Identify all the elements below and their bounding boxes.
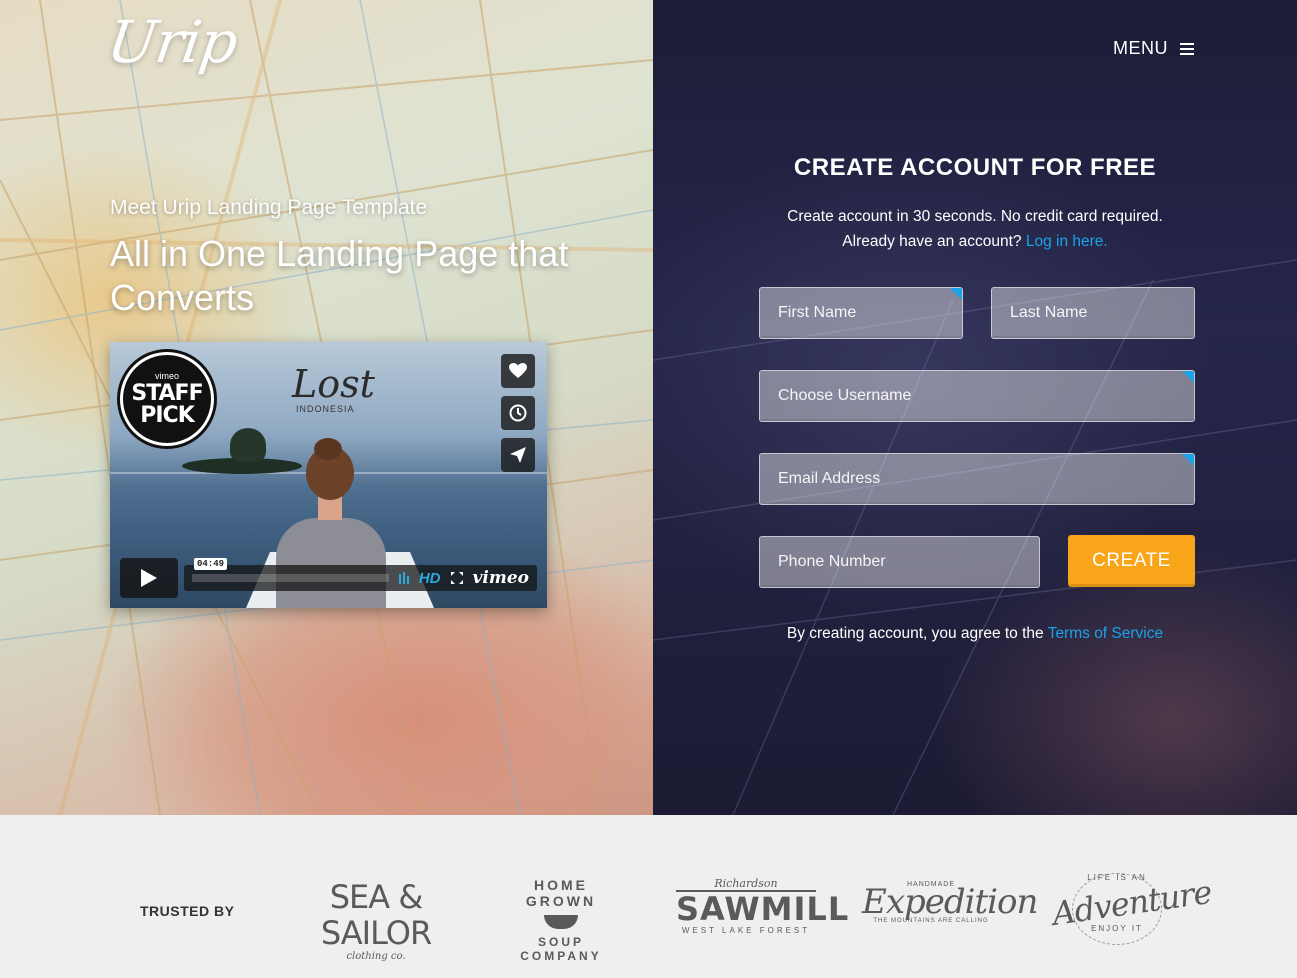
hamburger-icon [1180,42,1194,55]
email-field [759,453,1195,505]
expedition-sub: THE MOUNTAINS ARE CALLING [873,918,989,924]
create-account-button[interactable]: CREATE [1068,535,1195,587]
video-controls: 04:49 HD vimeo [120,558,537,598]
volume-icon[interactable] [398,572,409,584]
share-button[interactable] [501,438,535,472]
last-name-field [991,287,1195,339]
email-input[interactable] [760,454,1194,504]
required-marker [1182,371,1194,383]
home-grown-sub: SOUP COMPANY [520,935,602,963]
brand-logo[interactable]: Urip [103,8,241,76]
required-marker [1182,454,1194,466]
home-grown-name: HOME GROWN [525,877,597,909]
bowl-icon [544,915,578,929]
last-name-input[interactable] [992,288,1194,338]
vimeo-staff-pick-badge: vimeo STAFF PICK [120,352,214,446]
fullscreen-icon[interactable] [450,572,463,584]
like-button[interactable] [501,354,535,388]
first-name-field [759,287,963,339]
terms-notice: By creating account, you agree to the Te… [653,625,1297,643]
adventure-sub: ENJOY IT [1091,924,1143,933]
hd-toggle[interactable]: HD [419,570,441,587]
expedition-name: Expedition [862,882,1038,922]
video-tree [230,428,266,462]
form-title: CREATE ACCOUNT FOR FREE [793,154,1157,181]
staff-pick-line1: STAFF [131,380,203,406]
sawmill-sub: WEST LAKE FOREST [681,926,811,935]
required-marker [950,288,962,300]
first-name-input[interactable] [760,288,962,338]
logo-expedition: HANDMADE Expedition THE MOUNTAINS ARE CA… [862,881,1038,924]
video-title: Lost [292,362,375,406]
vimeo-logo[interactable]: vimeo [473,568,529,588]
hero-headline: All in One Landing Page that Converts [110,233,569,318]
watch-later-button[interactable] [501,396,535,430]
form-description: Create account in 30 seconds. No credit … [653,204,1297,254]
sawmill-name: SAWMILL [676,890,850,928]
logo-sawmill: Richardson SAWMILL WEST LAKE FOREST [676,877,850,935]
progress-track[interactable]: 04:49 [192,558,389,582]
form-desc-line1: Create account in 30 seconds. No credit … [787,208,1163,225]
terms-link[interactable]: Terms of Service [1048,625,1163,642]
logo-sea-and-sailor: SEA & SAILOR clothing co. [308,879,444,962]
form-desc-line2: Already have an account? Log in here. [653,229,1297,254]
video-timeline: 04:49 HD vimeo [184,558,537,591]
video-title-sub: INDONESIA [296,404,355,414]
sea-sailor-name: SEA & SAILOR [320,878,432,952]
phone-input[interactable] [760,537,1039,587]
terms-prefix: By creating account, you agree to the [786,625,1044,642]
video-player[interactable]: vimeo STAFF PICK Lost INDONESIA 04:49 HD… [110,342,547,608]
username-field [759,370,1195,422]
login-prompt: Already have an account? [842,233,1022,250]
menu-button[interactable]: MENU [1113,38,1194,59]
menu-label: MENU [1113,38,1168,58]
sawmill-top: Richardson [714,877,778,890]
staff-pick-line2: PICK [140,402,195,428]
username-input[interactable] [760,371,1194,421]
play-icon [141,569,157,587]
trusted-by-label: TRUSTED BY [140,903,235,919]
clock-icon [509,404,527,422]
play-button[interactable] [120,558,178,598]
logo-adventure: LIFE IS AN Adventure ENJOY IT [1050,873,1214,945]
sea-sailor-sub: clothing co. [346,951,406,962]
video-side-actions [501,354,535,472]
login-link[interactable]: Log in here. [1026,233,1108,250]
phone-field [759,536,1040,588]
video-person-hair [314,438,342,460]
send-icon [510,447,526,463]
staff-pick-vimeo: vimeo [154,370,179,381]
logo-home-grown: HOME GROWN SOUP COMPANY [496,877,626,963]
video-timecode: 04:49 [194,558,228,570]
hero-section: Urip MENU Meet Urip Landing Page Templat… [0,0,1297,815]
hero-subtitle: Meet Urip Landing Page Template [110,196,428,219]
trusted-by-section: TRUSTED BY SEA & SAILOR clothing co. HOM… [0,815,1297,978]
heart-icon [509,363,527,378]
